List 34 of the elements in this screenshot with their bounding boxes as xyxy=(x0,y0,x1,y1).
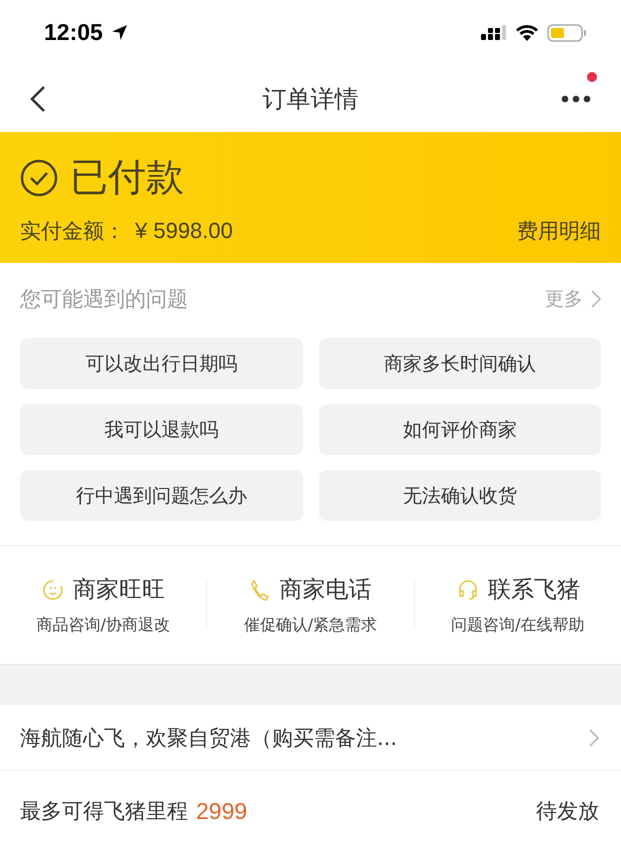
question-button[interactable]: 可以改出行日期吗 xyxy=(20,338,302,389)
phone-icon[interactable] xyxy=(249,578,272,602)
chevron-right-icon xyxy=(589,728,599,746)
mileage-status: 待发放 xyxy=(536,798,599,825)
mileage-value: 2999 xyxy=(196,798,248,824)
check-circle-icon xyxy=(20,158,58,196)
contact-title[interactable]: 商家旺旺 xyxy=(73,574,166,605)
question-button[interactable]: 行中遇到问题怎么办 xyxy=(20,470,302,521)
section-title: 您可能遇到的问题 xyxy=(20,286,188,313)
smiley-icon[interactable] xyxy=(41,578,66,602)
contact-subtitle: 催促确认/紧急需求 xyxy=(244,615,378,636)
question-button[interactable]: 我可以退款吗 xyxy=(20,404,302,455)
amount-value: ¥ 5998.00 xyxy=(135,218,233,244)
page-title: 订单详情 xyxy=(262,84,358,114)
promo-text[interactable]: 海航随心飞，欢聚自贸港（购买需备注... xyxy=(20,724,398,752)
question-button[interactable]: 如何评价商家 xyxy=(318,404,601,455)
mileage-label: 最多可得飞猪里程 xyxy=(20,798,188,825)
contact-subtitle: 问题咨询/在线帮助 xyxy=(451,615,585,636)
chevron-right-icon xyxy=(591,290,601,308)
wifi-icon xyxy=(515,24,539,41)
contact-title[interactable]: 商家电话 xyxy=(279,574,372,605)
more-icon[interactable] xyxy=(561,94,591,102)
battery-icon xyxy=(547,22,587,42)
order-status: 已付款 xyxy=(70,154,184,201)
status-time: 12:05 xyxy=(44,19,103,46)
amount-label: 实付金额： xyxy=(20,218,125,245)
signal-icon xyxy=(481,24,507,40)
fee-details-link[interactable]: 费用明细 xyxy=(517,217,601,245)
contact-title[interactable]: 联系飞猪 xyxy=(488,574,580,605)
location-arrow-icon xyxy=(110,24,128,41)
question-button[interactable]: 无法确认收货 xyxy=(318,470,601,521)
contact-subtitle: 商品咨询/协商退改 xyxy=(36,615,170,636)
question-button[interactable]: 商家多长时间确认 xyxy=(318,338,601,389)
back-icon[interactable] xyxy=(30,84,46,112)
